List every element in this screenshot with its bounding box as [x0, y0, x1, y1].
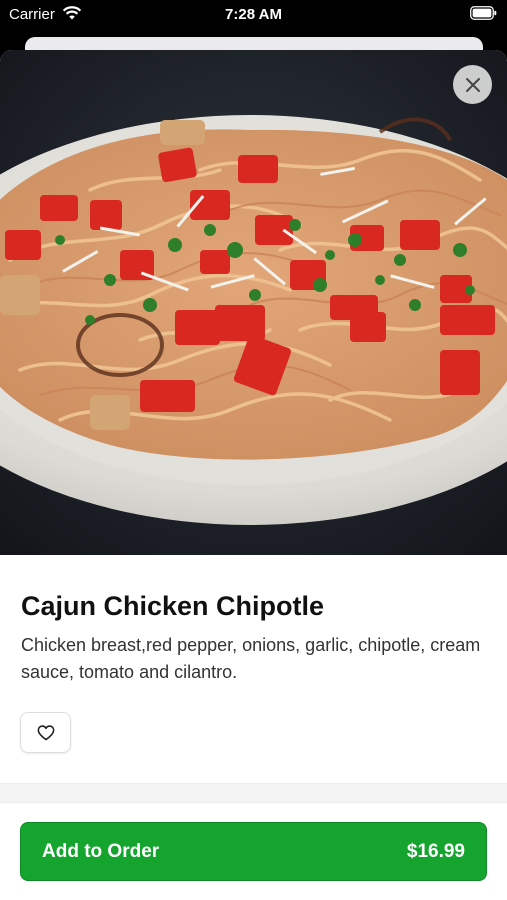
item-photo — [0, 50, 507, 555]
pasta-dish-photo — [0, 50, 507, 555]
add-to-order-button[interactable]: Add to Order $16.99 — [20, 822, 487, 881]
close-icon — [465, 77, 480, 92]
status-time: 7:28 AM — [225, 6, 282, 23]
favorite-button[interactable] — [20, 712, 71, 753]
status-bar: Carrier 7:28 AM — [0, 0, 507, 30]
price-label: $16.99 — [406, 840, 465, 862]
battery-icon — [470, 6, 497, 20]
item-title: Cajun Chicken Chipotle — [21, 591, 325, 621]
item-detail-sheet: Cajun Chicken Chipotle Chicken breast,re… — [0, 50, 507, 900]
section-divider — [0, 783, 507, 803]
item-info: Cajun Chicken Chipotle Chicken breast,re… — [21, 590, 491, 686]
heart-icon — [37, 724, 54, 740]
add-to-order-label: Add to Order — [42, 840, 160, 862]
item-description: Chicken breast,red pepper, onions, garli… — [21, 635, 481, 682]
close-button[interactable] — [453, 65, 492, 104]
